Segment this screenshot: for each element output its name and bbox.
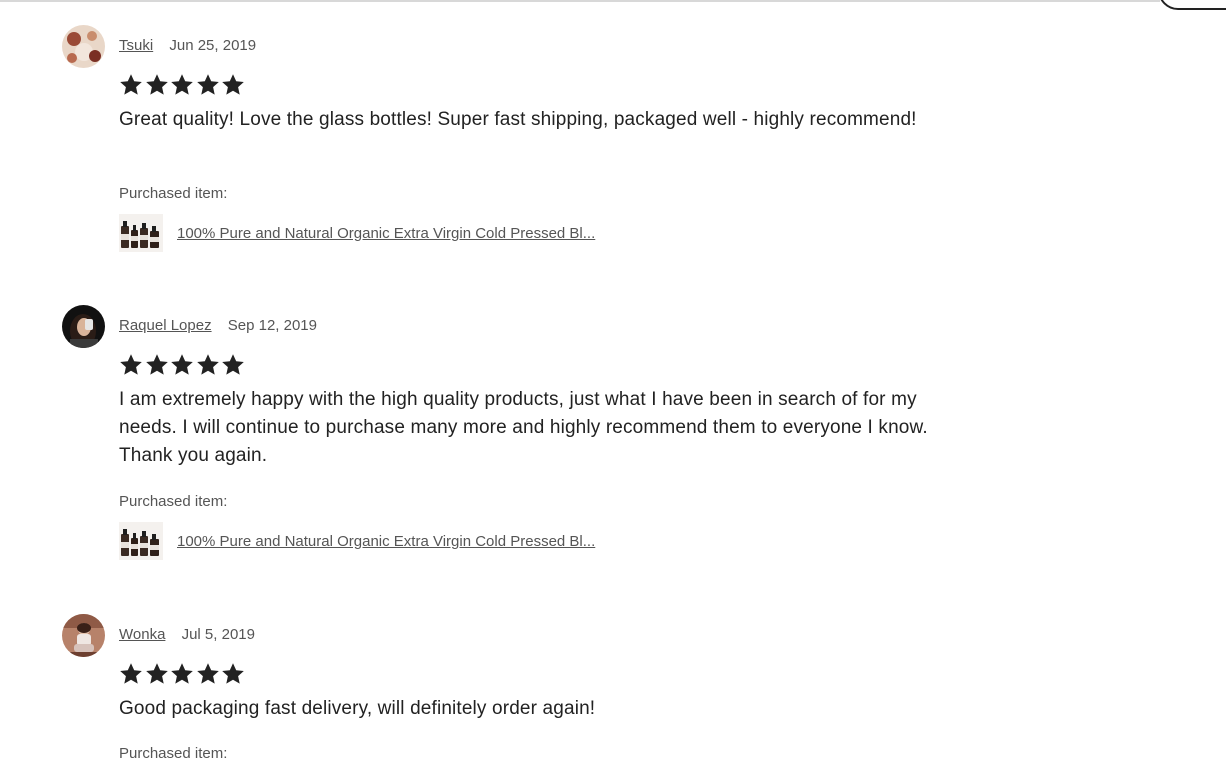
reviewer-name[interactable]: Wonka [119,626,165,643]
star-icon [119,353,145,377]
star-icon [196,662,222,686]
review-text: Great quality! Love the glass bottles! S… [119,109,917,130]
star-icon [145,353,171,377]
product-thumbnail[interactable] [119,522,163,560]
purchased-item[interactable]: 100% Pure and Natural Organic Extra Virg… [119,214,595,252]
purchased-item[interactable]: 100% Pure and Natural Organic Extra Virg… [119,522,595,560]
star-icon [196,353,222,377]
star-rating [119,73,247,97]
review-date: Jul 5, 2019 [181,626,255,643]
star-icon [145,73,171,97]
star-icon [119,662,145,686]
star-icon [170,353,196,377]
purchased-item-label: Purchased item: [119,493,228,510]
review-text: Good packaging fast delivery, will defin… [119,698,596,719]
star-icon [221,73,247,97]
star-icon [221,662,247,686]
star-icon [221,353,247,377]
purchased-item-label: Purchased item: [119,745,228,762]
avatar[interactable] [62,305,105,348]
review-text: I am extremely happy with the high quali… [119,389,928,466]
star-icon [145,662,171,686]
reviewer-name[interactable]: Tsuki [119,37,153,54]
star-icon [196,73,222,97]
reviewer-name[interactable]: Raquel Lopez [119,317,212,334]
avatar[interactable] [62,25,105,68]
purchased-item-link[interactable]: 100% Pure and Natural Organic Extra Virg… [177,533,595,550]
star-icon [170,662,196,686]
review-date: Sep 12, 2019 [227,317,317,334]
header-button-edge[interactable] [1158,0,1226,10]
star-icon [170,73,196,97]
star-icon [119,73,145,97]
review-date: Jun 25, 2019 [169,37,257,54]
purchased-item-link[interactable]: 100% Pure and Natural Organic Extra Virg… [177,225,595,242]
purchased-item-label: Purchased item: [119,185,228,202]
avatar[interactable] [62,614,105,657]
product-thumbnail[interactable] [119,214,163,252]
star-rating [119,353,247,377]
star-rating [119,662,247,686]
top-divider [0,0,1160,2]
